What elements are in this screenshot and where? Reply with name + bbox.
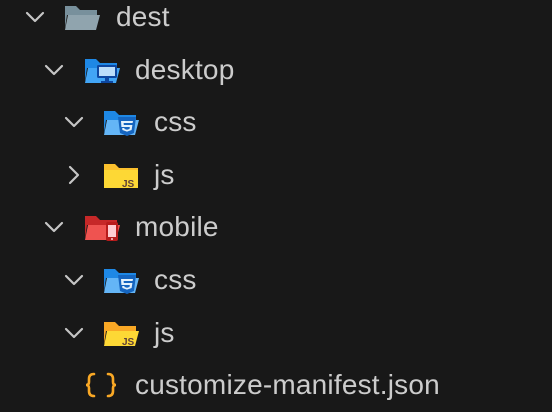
folder-desktop-icon	[85, 59, 120, 83]
folder-js-icon: JS	[104, 164, 138, 190]
tree-item-label: css	[154, 106, 197, 137]
folder-js-open-icon: JS	[104, 322, 139, 348]
tree-item-js[interactable]: JS js	[0, 149, 552, 201]
svg-text:JS: JS	[122, 179, 135, 190]
chevron-down-icon[interactable]	[63, 111, 85, 133]
folder-open-gray-icon	[65, 6, 100, 30]
chevron-down-icon[interactable]	[24, 6, 46, 28]
chevron-down-icon[interactable]	[43, 59, 65, 81]
tree-item-js[interactable]: JS js	[0, 307, 552, 359]
tree-item-mobile[interactable]: mobile	[0, 201, 552, 253]
tree-item-label: css	[154, 264, 197, 295]
json-file-icon	[85, 372, 117, 398]
chevron-right-icon[interactable]	[63, 164, 85, 186]
tree-item-label: js	[154, 159, 175, 190]
chevron-down-icon[interactable]	[63, 322, 85, 344]
svg-text:JS: JS	[122, 337, 135, 348]
tree-item-desktop[interactable]: desktop	[0, 44, 552, 96]
tree-item-label: desktop	[135, 54, 235, 85]
chevron-down-icon[interactable]	[63, 269, 85, 291]
folder-css-icon	[104, 269, 139, 294]
chevron-down-icon[interactable]	[43, 216, 65, 238]
tree-item-label: mobile	[135, 211, 219, 242]
tree-item-label: customize-manifest.json	[135, 369, 440, 400]
tree-item-label: js	[154, 317, 175, 348]
tree-item-css[interactable]: css	[0, 96, 552, 148]
folder-css-icon	[104, 111, 139, 136]
tree-item-customize-manifest-json[interactable]: customize-manifest.json	[0, 359, 552, 411]
tree-item-label: dest	[116, 1, 170, 32]
tree-item-css[interactable]: css	[0, 254, 552, 306]
folder-mobile-icon	[85, 216, 120, 241]
file-explorer-tree: dest desktop css JS js mobile css JS js …	[0, 0, 552, 412]
tree-item-dest[interactable]: dest	[0, 0, 552, 43]
